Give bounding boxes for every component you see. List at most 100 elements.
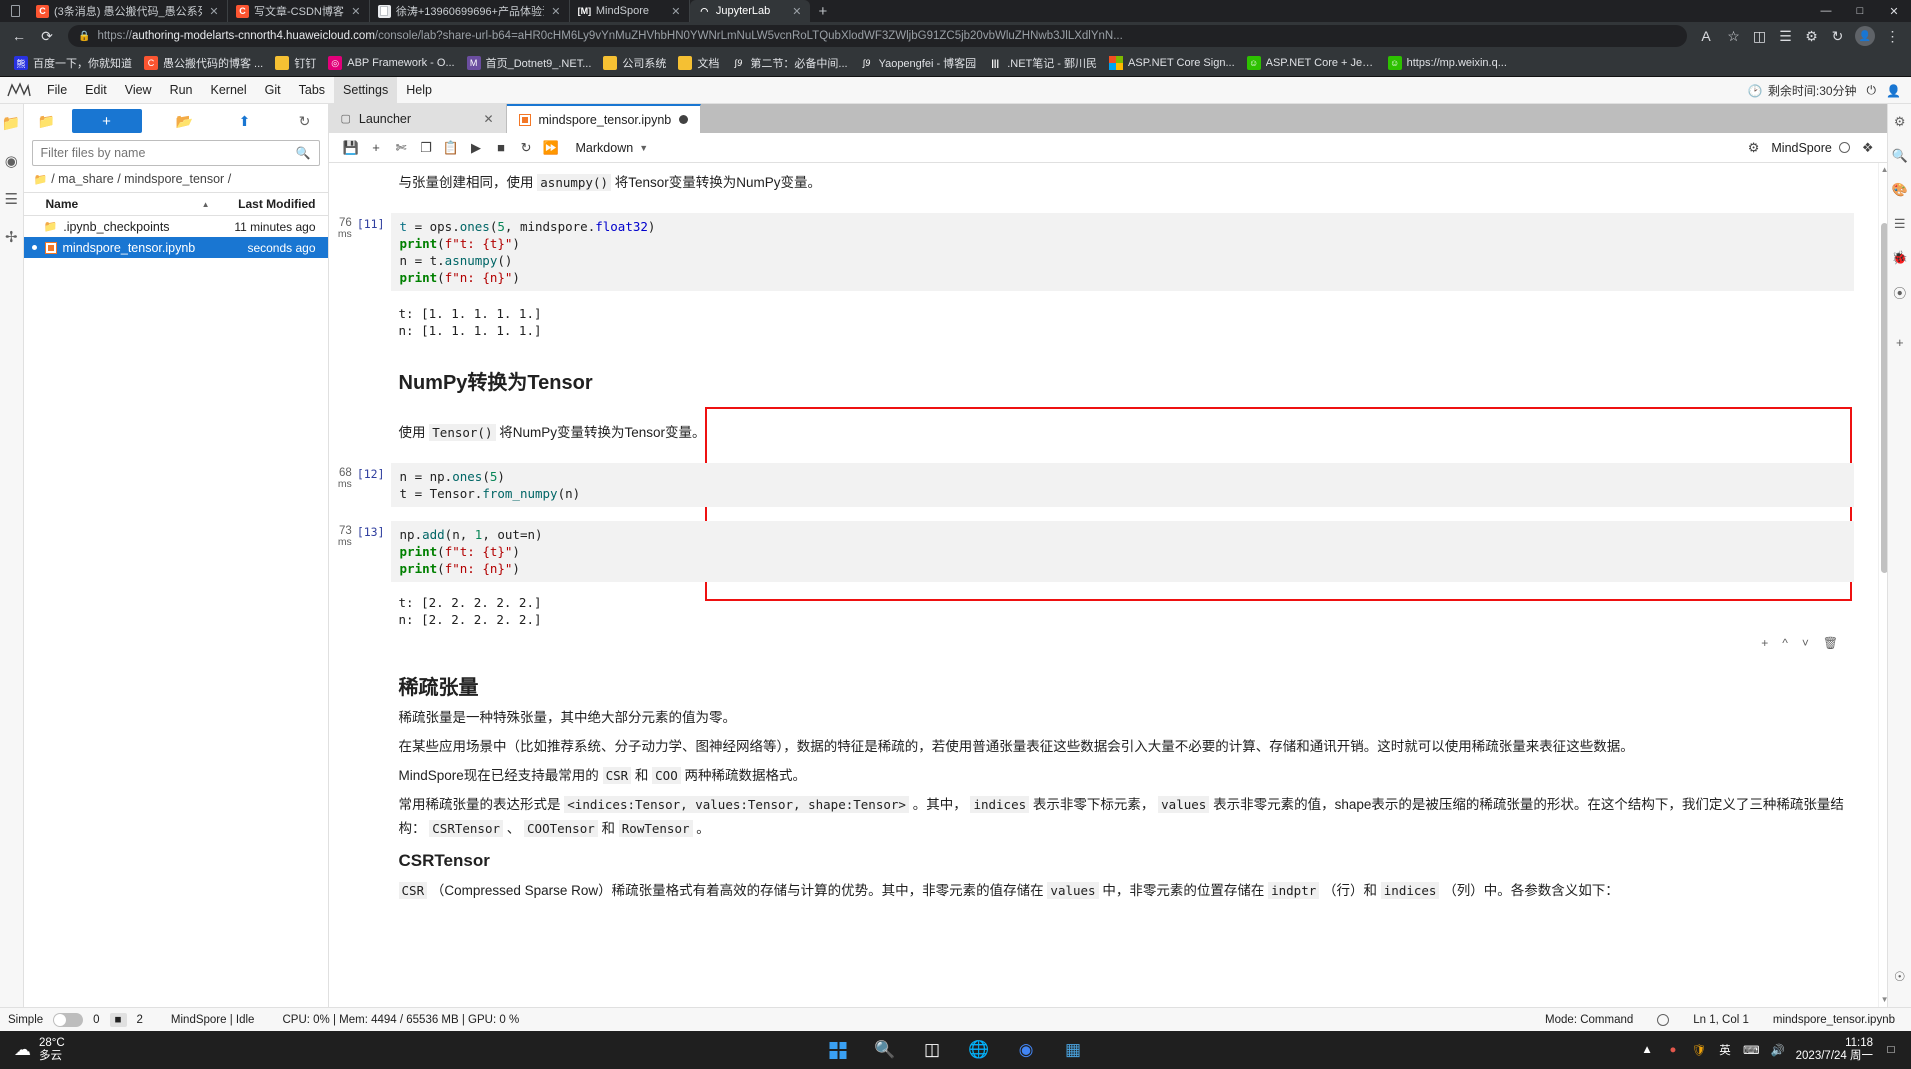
keyboard-icon[interactable]: ⌨ (1743, 1043, 1760, 1057)
insert-cell-icon[interactable]: + (364, 135, 389, 160)
close-icon[interactable]: ✕ (669, 5, 683, 18)
bookmark-item[interactable]: ASP.NET Core Sign... (1103, 52, 1241, 74)
translate-icon[interactable]: A (1695, 24, 1720, 48)
sidebar-item-extensions[interactable]: ✢ (0, 226, 22, 248)
tab-search-icon[interactable] (2, 0, 28, 22)
network-shield-icon[interactable]: 🛡 (1691, 1043, 1707, 1057)
restart-run-all-icon[interactable]: ⏩ (539, 135, 564, 160)
power-icon[interactable]: ⏻ (1867, 83, 1877, 98)
extensions-icon[interactable]: ⚙ (1799, 24, 1824, 48)
profile-avatar[interactable]: 👤 (1855, 26, 1875, 46)
selected-cell-group[interactable]: 使用 Tensor() 将NumPy变量转换为Tensor变量。 68 ms [1… (329, 407, 1879, 656)
menu-help[interactable]: Help (397, 77, 441, 104)
palette-icon[interactable]: 🎨 (1890, 180, 1910, 200)
code-editor[interactable]: t = ops.ones(5, mindspore.float32) print… (390, 213, 1855, 291)
collections-icon[interactable]: ☰ (1773, 24, 1798, 48)
code-editor[interactable]: n = np.ones(5) t = Tensor.from_numpy(n) (390, 463, 1855, 507)
notebook-cell-markdown[interactable]: 稀疏张量 稀疏张量是一种特殊张量，其中绝大部分元素的值为零。 在某些应用场景中（… (329, 662, 1879, 912)
sidebar-item-running[interactable]: ◉ (0, 150, 22, 172)
add-panel-icon[interactable]: + (1890, 332, 1910, 352)
column-header-modified[interactable]: Last Modified (218, 197, 328, 211)
debugger-icon[interactable]: 🐞 (1890, 248, 1910, 268)
close-icon[interactable]: ✕ (349, 5, 363, 18)
bookmark-item[interactable]: C 愚公搬代码的博客 ... (138, 52, 269, 74)
taskbar-clock[interactable]: 11:18 2023/7/24 周一 (1796, 1037, 1873, 1063)
minimize-button[interactable]: — (1809, 0, 1843, 22)
close-icon[interactable]: ✕ (207, 5, 221, 18)
search-icon[interactable]: 🔍 (868, 1033, 902, 1067)
scroll-up-arrow-icon[interactable]: ▲ (1880, 165, 1888, 175)
settings-gear-icon[interactable]: ⚙ (1748, 140, 1760, 156)
antivirus-icon[interactable]: ● (1665, 1044, 1681, 1056)
file-filter-box[interactable]: 🔍 (31, 140, 320, 166)
unsaved-indicator-icon[interactable] (679, 115, 689, 124)
new-folder-icon[interactable]: 📂 (168, 108, 202, 134)
copy-icon[interactable]: ❐ (414, 135, 439, 160)
tab-notebook[interactable]: mindspore_tensor.ipynb (506, 104, 702, 133)
bookmark-item[interactable]: ∫9 Yaopengfei - 博客园 (854, 52, 983, 74)
search-icon[interactable]: 🔍 (1890, 146, 1910, 166)
task-view-icon[interactable]: ◫ (915, 1033, 949, 1067)
move-down-icon[interactable]: ˅ (1802, 636, 1809, 650)
property-inspector-icon[interactable]: ⚙ (1890, 112, 1910, 132)
menu-kernel[interactable]: Kernel (202, 77, 256, 104)
restart-icon[interactable]: ↻ (514, 135, 539, 160)
bookmark-item[interactable]: 熊百度一下，你就知道 (8, 52, 138, 74)
menu-settings[interactable]: Settings (334, 76, 398, 104)
browser-tab-1[interactable]: C (3条消息) 愚公搬代码_愚公系列-F ✕ (28, 0, 228, 22)
bookmark-item[interactable]: ☺ https://mp.weixin.q... (1382, 52, 1513, 74)
toc-icon[interactable]: ☰ (1890, 214, 1910, 234)
start-icon[interactable] (821, 1033, 855, 1067)
tab-launcher[interactable]: ▢ Launcher ✕ (328, 104, 507, 133)
edge-icon[interactable]: 🌐 (962, 1033, 996, 1067)
file-list-item[interactable]: 📁 .ipynb_checkpoints 11 minutes ago (24, 216, 328, 237)
browser-tab-2[interactable]: C 写文章-CSDN博客 ✕ (228, 0, 370, 22)
kernel-indicator[interactable]: MindSpore (1771, 141, 1850, 155)
user-icon[interactable]: 👤 (1886, 84, 1901, 98)
bookmark-star-icon[interactable]: ☆ (1721, 24, 1746, 48)
browser-tab-5[interactable]: ◠ JupyterLab ✕ (689, 0, 810, 22)
back-icon[interactable]: ← (6, 24, 32, 48)
browser-tab-3[interactable]: 徐涛+13960699696+产品体验评 ✕ (370, 0, 570, 22)
move-up-icon[interactable]: ^ (1782, 636, 1788, 650)
notebook-scrollbar[interactable]: ▲ ▼ (1878, 163, 1888, 1007)
bookmark-item[interactable]: 公司系统 (597, 52, 672, 74)
new-tab-button[interactable]: + (810, 0, 836, 22)
save-icon[interactable]: 💾 (339, 135, 364, 160)
close-icon[interactable]: ✕ (790, 5, 804, 18)
refresh-icon[interactable]: ↻ (288, 108, 322, 134)
bookmark-item[interactable]: ☺ ASP.NET Core + Jen... (1241, 52, 1382, 74)
kernel-status[interactable]: MindSpore | Idle (171, 1014, 255, 1026)
notebook-cell-code[interactable]: 73 ms [13] np.add(n, 1, out=n) print(f"t:… (329, 521, 1879, 582)
bookmark-item[interactable]: ◎ ABP Framework - O... (322, 52, 460, 74)
menu-icon[interactable]: ⋮ (1880, 24, 1905, 48)
chrome-icon[interactable]: ◉ (1009, 1033, 1043, 1067)
scrollbar-thumb[interactable] (1881, 223, 1888, 573)
menu-run[interactable]: Run (161, 77, 202, 104)
menu-git[interactable]: Git (256, 77, 290, 104)
search-input[interactable] (40, 146, 296, 160)
notebook-cell-markdown[interactable]: 使用 Tensor() 将NumPy变量转换为Tensor变量。 (329, 407, 1879, 449)
sidebar-item-file-browser[interactable]: 📁 (0, 112, 22, 134)
app-icon[interactable]: ▦ (1056, 1033, 1090, 1067)
breadcrumb[interactable]: 📁 / ma_share / mindspore_tensor / (24, 166, 328, 192)
notebook-cell-code[interactable]: 76 ms [11] t = ops.ones(5, mindspore.floa… (329, 213, 1879, 291)
address-bar[interactable]: 🔒 https://authoring-modelarts-cnnorth4.h… (68, 25, 1687, 47)
bookmark-item[interactable]: ∫9 第二节：必备中间... (725, 52, 853, 74)
file-list-item[interactable]: mindspore_tensor.ipynb seconds ago (23, 237, 328, 258)
weather-widget[interactable]: ☁ 28°C 多云 (0, 1037, 240, 1063)
maximize-button[interactable]: □ (1843, 0, 1877, 22)
cursor-position[interactable]: Ln 1, Col 1 (1693, 1014, 1749, 1026)
help-icon[interactable]: ☉ (1890, 967, 1910, 987)
menu-tabs[interactable]: Tabs (290, 77, 334, 104)
notification-icon[interactable]: □ (1883, 1044, 1899, 1056)
browser-tab-4[interactable]: [M] MindSpore ✕ (570, 0, 690, 22)
menu-view[interactable]: View (116, 77, 161, 104)
notebook-cell-markdown[interactable]: 与张量创建相同，使用 asnumpy() 将Tensor变量转换为NumPy变量… (329, 167, 1879, 199)
run-icon[interactable]: ▶ (464, 135, 489, 160)
cut-icon[interactable]: ✄ (389, 135, 414, 160)
upload-icon[interactable]: ⬆ (228, 108, 262, 134)
share-icon[interactable]: ❖ (1862, 140, 1874, 156)
new-launcher-button[interactable]: + (71, 109, 142, 133)
menu-file[interactable]: File (38, 77, 76, 104)
